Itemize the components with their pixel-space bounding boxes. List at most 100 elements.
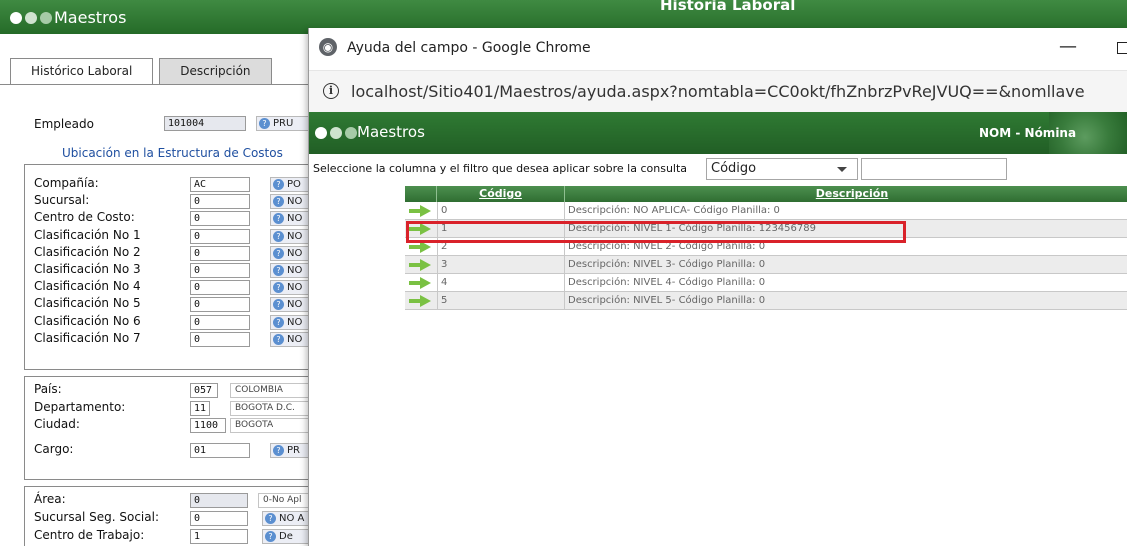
- help-badge-icon: ?: [273, 196, 284, 208]
- cost-field-tag[interactable]: ? NO: [270, 331, 312, 347]
- row-code: 3: [437, 256, 565, 274]
- popup-title: Maestros: [357, 123, 425, 141]
- cost-field-tag[interactable]: ? NO: [270, 314, 312, 330]
- maximize-icon[interactable]: [1117, 42, 1127, 54]
- row-code: 5: [437, 292, 565, 310]
- tab-historico-laboral[interactable]: Histórico Laboral: [10, 58, 154, 84]
- tab-descripcion[interactable]: Descripción: [159, 58, 272, 84]
- cost-field-tag[interactable]: ? PO: [270, 177, 312, 192]
- cost-field-tag[interactable]: ? NO: [270, 297, 312, 313]
- logo-dot-icon: [315, 127, 327, 139]
- info-icon[interactable]: i: [323, 83, 339, 99]
- cost-field-input[interactable]: 0: [190, 228, 250, 244]
- cost-field-label: Clasificación No 3: [34, 262, 141, 276]
- location-field-label: País:: [34, 382, 62, 396]
- popup-header: Maestros NOM - Nómina: [309, 112, 1127, 154]
- location-field-tag[interactable]: BOGOTA: [230, 418, 312, 433]
- help-badge-icon: ?: [273, 265, 284, 276]
- cost-field-tag[interactable]: ? NO: [270, 263, 312, 278]
- table-row[interactable]: 0 Descripción: NO APLICA- Código Planilla…: [405, 202, 1127, 220]
- help-badge-icon: ?: [273, 299, 284, 311]
- section-title: Historia Laboral: [660, 0, 796, 14]
- area-field-input[interactable]: 0: [190, 511, 248, 526]
- highlight-box: [406, 221, 906, 243]
- grid-header-description[interactable]: Descripción: [565, 186, 1127, 202]
- cost-field-tag-text: NO: [287, 282, 303, 294]
- cost-field-input[interactable]: 0: [190, 263, 250, 278]
- cost-field-tag-text: NO: [287, 196, 303, 208]
- url-text[interactable]: localhost/Sitio401/Maestros/ayuda.aspx?n…: [351, 82, 1085, 101]
- filter-column-select[interactable]: Código: [706, 158, 858, 180]
- area-field-label: Centro de Trabajo:: [34, 528, 145, 542]
- cost-field-tag-text: NO: [287, 333, 303, 345]
- help-badge-icon: ?: [273, 179, 284, 190]
- grid-header-select-col: [405, 186, 437, 202]
- cost-field-input[interactable]: 0: [190, 211, 250, 227]
- row-description: Descripción: NO APLICA- Código Planilla:…: [568, 205, 780, 216]
- logo-dot-icon: [40, 12, 52, 24]
- cost-field-label: Clasificación No 1: [34, 227, 141, 242]
- row-select-arrow-icon[interactable]: [409, 259, 431, 271]
- location-field-tag[interactable]: BOGOTA D.C.: [230, 400, 312, 416]
- table-row[interactable]: 4 Descripción: NIVEL 4- Código Planilla: …: [405, 274, 1127, 292]
- area-field-label: Sucursal Seg. Social:: [34, 510, 159, 524]
- cost-field-label: Centro de Costo:: [34, 210, 135, 225]
- cost-field-tag[interactable]: ? NO: [270, 228, 312, 244]
- row-description: Descripción: NIVEL 3- Código Planilla: 0: [568, 259, 766, 270]
- window-titlebar: ◉ Ayuda del campo - Google Chrome —: [309, 28, 1127, 70]
- area-field-input[interactable]: 0: [190, 493, 248, 508]
- area-field-input[interactable]: 1: [190, 529, 248, 544]
- area-field-tag[interactable]: ? De: [262, 529, 312, 544]
- cost-field-input[interactable]: 0: [190, 194, 250, 210]
- cost-field-tag[interactable]: ? NO: [270, 245, 312, 261]
- row-code: 0: [437, 202, 565, 220]
- cost-field-label: Clasificación No 5: [34, 296, 141, 311]
- table-row[interactable]: 3 Descripción: NIVEL 3- Código Planilla: …: [405, 256, 1127, 274]
- cost-field-input[interactable]: AC: [190, 177, 250, 192]
- location-field-input[interactable]: 1100: [190, 418, 226, 433]
- help-badge-icon: ?: [265, 531, 276, 542]
- area-field-tag[interactable]: ? NO A: [262, 511, 312, 526]
- cost-field-input[interactable]: 0: [190, 314, 250, 330]
- window-title: Ayuda del campo - Google Chrome: [347, 40, 591, 56]
- screen: Maestros Historia Laboral Histórico Labo…: [0, 0, 1127, 546]
- filter-prompt: Seleccione la columna y el filtro que de…: [313, 162, 688, 175]
- row-select-arrow-icon[interactable]: [409, 205, 431, 217]
- help-badge-icon: ?: [273, 444, 284, 456]
- row-select-arrow-icon[interactable]: [409, 295, 431, 307]
- cost-field-input[interactable]: 0: [190, 245, 250, 261]
- location-field-input[interactable]: 11: [190, 400, 210, 416]
- area-field-tag-text: De: [279, 531, 293, 542]
- row-select-arrow-icon[interactable]: [409, 277, 431, 289]
- cost-field-tag[interactable]: ? NO: [270, 280, 312, 296]
- location-field-input[interactable]: 057: [190, 383, 218, 398]
- cost-field-input[interactable]: 0: [190, 331, 250, 347]
- cost-field-label: Clasificación No 2: [34, 244, 141, 259]
- cost-field-tag-text: NO: [287, 299, 303, 311]
- grid-header-code[interactable]: Código: [437, 186, 565, 202]
- filter-value-input[interactable]: [861, 158, 1007, 180]
- cost-field-tag-text: NO: [287, 316, 303, 328]
- minimize-icon[interactable]: —: [1059, 36, 1077, 57]
- help-badge-icon: ?: [273, 333, 284, 345]
- cost-field-input[interactable]: 0: [190, 280, 250, 296]
- location-field-input[interactable]: 01: [190, 442, 250, 458]
- cost-field-tag-text: NO: [287, 265, 303, 276]
- cost-field-input[interactable]: 0: [190, 297, 250, 313]
- location-field-tag[interactable]: COLOMBIA: [230, 383, 312, 398]
- logo-dot-icon: [330, 127, 342, 139]
- area-field-tag[interactable]: 0-No Apl: [258, 493, 312, 508]
- cost-field-tag[interactable]: ? NO: [270, 211, 312, 227]
- logo-dot-icon: [345, 127, 357, 139]
- location-field-tag[interactable]: ? PR: [270, 442, 312, 458]
- app-title: Maestros: [54, 8, 127, 27]
- grid-header: Código Descripción: [405, 186, 1127, 202]
- address-bar[interactable]: i localhost/Sitio401/Maestros/ayuda.aspx…: [309, 70, 1127, 112]
- help-badge-icon: ?: [273, 213, 284, 225]
- cost-field-label: Sucursal:: [34, 193, 90, 208]
- table-row[interactable]: 5 Descripción: NIVEL 5- Código Planilla: …: [405, 292, 1127, 310]
- cost-field-tag[interactable]: ? NO: [270, 194, 312, 210]
- chrome-globe-icon: ◉: [319, 38, 337, 56]
- employee-name-tag[interactable]: ? PRU: [256, 116, 310, 131]
- employee-code-input[interactable]: 101004: [164, 116, 246, 131]
